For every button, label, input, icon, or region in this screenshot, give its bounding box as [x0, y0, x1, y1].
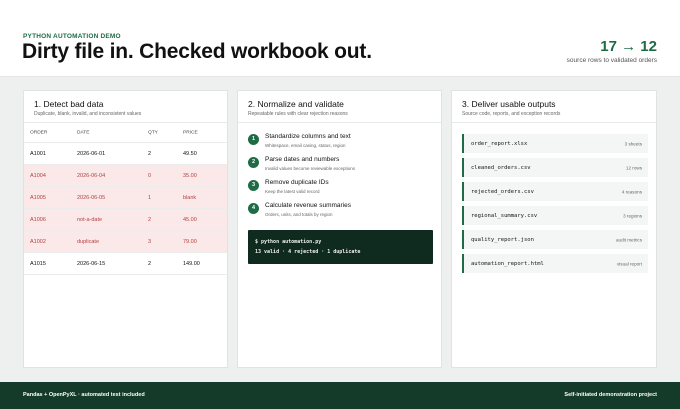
detect-card-title: 1. Detect bad data: [34, 99, 104, 109]
column-header-date: DATE: [77, 130, 90, 135]
file-meta: visual report: [616, 261, 642, 266]
file-meta: audit metrics: [615, 237, 642, 242]
output-file-item: order_report.xlsx 3 sheets: [462, 134, 648, 153]
detect-card-header: 1. Detect bad data Duplicate, blank, inv…: [24, 91, 227, 123]
deliver-card-title: 3. Deliver usable outputs: [462, 99, 556, 109]
order-cell: A1004: [30, 172, 46, 179]
qty-cell: 0: [148, 172, 152, 179]
date-cell: 2026-06-15: [77, 260, 106, 267]
normalize-card-title: 2. Normalize and validate: [248, 99, 344, 109]
order-cell: A1001: [30, 150, 46, 157]
price-cell: 49.50: [183, 150, 197, 157]
step-item: 3 Remove duplicate IDs Keep the latest v…: [248, 178, 433, 200]
price-cell: 149.00: [183, 260, 200, 267]
file-name: order_report.xlsx: [471, 140, 528, 147]
date-cell: not-a-date: [77, 216, 103, 223]
terminal-result: 13 valid · 4 rejected · 1 duplicate: [255, 249, 361, 255]
detect-card-subtitle: Duplicate, blank, invalid, and inconsist…: [34, 111, 142, 117]
date-cell: 2026-06-05: [77, 194, 106, 201]
step-number-badge: 4: [248, 203, 259, 214]
eyebrow-label: PYTHON AUTOMATION DEMO: [23, 33, 121, 40]
footer-project-note: Self-initiated demonstration project: [564, 392, 657, 398]
file-name: automation_report.html: [471, 260, 544, 267]
file-name: quality_report.json: [471, 236, 534, 243]
output-file-item: automation_report.html visual report: [462, 254, 648, 273]
step-title: Remove duplicate IDs: [265, 179, 329, 186]
output-file-item: quality_report.json audit metrics: [462, 230, 648, 249]
file-meta: 4 reasons: [621, 189, 642, 194]
terminal-command: $ python automation.py: [255, 239, 322, 245]
step-title: Standardize columns and text: [265, 133, 351, 140]
step-description: Invalid values become reviewable excepti…: [265, 166, 356, 171]
column-header-order: ORDER: [30, 130, 48, 135]
qty-cell: 1: [148, 194, 152, 201]
price-cell: 79.00: [183, 238, 197, 245]
column-header-qty: QTY: [148, 130, 158, 135]
output-file-item: regional_summary.csv 3 regions: [462, 206, 648, 225]
terminal-output: $ python automation.py 13 valid · 4 reje…: [248, 230, 433, 264]
table-row: A1002 duplicate 3 79.00: [24, 231, 227, 253]
table-header-row: ORDER DATE QTY PRICE: [24, 123, 227, 143]
footer-tech-note: Pandas + OpenPyXL · automated test inclu…: [23, 392, 145, 398]
qty-cell: 2: [148, 260, 152, 267]
main-area: 1. Detect bad data Duplicate, blank, inv…: [0, 77, 680, 382]
step-description: Orders, units, and totals by region: [265, 212, 333, 217]
date-cell: 2026-06-01: [77, 150, 106, 157]
date-cell: duplicate: [77, 238, 100, 245]
step-number-badge: 3: [248, 180, 259, 191]
deliver-card: 3. Deliver usable outputs Source code, r…: [451, 90, 657, 368]
page-footer: Pandas + OpenPyXL · automated test inclu…: [0, 382, 680, 409]
column-header-price: PRICE: [183, 130, 198, 135]
table-row: A1004 2026-06-04 0 35.00: [24, 165, 227, 187]
output-file-item: cleaned_orders.csv 12 rows: [462, 158, 648, 177]
step-description: Keep the latest valid record: [265, 189, 320, 194]
table-row: A1015 2026-06-15 2 149.00: [24, 253, 227, 275]
qty-cell: 2: [148, 216, 152, 223]
detect-card: 1. Detect bad data Duplicate, blank, inv…: [23, 90, 228, 368]
deliver-card-header: 3. Deliver usable outputs Source code, r…: [452, 91, 656, 123]
qty-cell: 2: [148, 150, 152, 157]
price-cell: blank: [183, 194, 197, 201]
normalize-card-header: 2. Normalize and validate Repeatable rul…: [238, 91, 441, 123]
normalize-card-subtitle: Repeatable rules with clear rejection re…: [248, 111, 348, 117]
price-cell: 45.00: [183, 216, 197, 223]
date-cell: 2026-06-04: [77, 172, 106, 179]
row-count-caption: source rows to validated orders: [566, 57, 657, 64]
row-count-stat: 17 → 12: [600, 38, 657, 55]
step-number-badge: 1: [248, 134, 259, 145]
step-item: 1 Standardize columns and text Whitespac…: [248, 132, 433, 154]
order-cell: A1006: [30, 216, 46, 223]
order-cell: A1015: [30, 260, 46, 267]
qty-cell: 3: [148, 238, 152, 245]
table-row: A1006 not-a-date 2 45.00: [24, 209, 227, 231]
step-item: 2 Parse dates and numbers Invalid values…: [248, 155, 433, 177]
file-meta: 12 rows: [625, 165, 642, 170]
normalize-card: 2. Normalize and validate Repeatable rul…: [237, 90, 442, 368]
step-number-badge: 2: [248, 157, 259, 168]
step-title: Calculate revenue summaries: [265, 202, 351, 209]
step-description: Whitespace, email casing, status, region: [265, 143, 346, 148]
file-meta: 3 regions: [623, 213, 642, 218]
output-file-item: rejected_orders.csv 4 reasons: [462, 182, 648, 201]
file-name: cleaned_orders.csv: [471, 164, 531, 171]
table-row: A1001 2026-06-01 2 49.50: [24, 143, 227, 165]
file-name: rejected_orders.csv: [471, 188, 534, 195]
order-cell: A1002: [30, 238, 46, 245]
price-cell: 35.00: [183, 172, 197, 179]
page-title: Dirty file in. Checked workbook out.: [22, 40, 372, 63]
file-name: regional_summary.csv: [471, 212, 538, 219]
step-item: 4 Calculate revenue summaries Orders, un…: [248, 201, 433, 223]
step-title: Parse dates and numbers: [265, 156, 340, 163]
deliver-card-subtitle: Source code, reports, and exception reco…: [462, 111, 561, 117]
order-cell: A1005: [30, 194, 46, 201]
table-row: A1005 2026-06-05 1 blank: [24, 187, 227, 209]
page-header: PYTHON AUTOMATION DEMO Dirty file in. Ch…: [0, 0, 680, 77]
file-meta: 3 sheets: [624, 141, 642, 146]
